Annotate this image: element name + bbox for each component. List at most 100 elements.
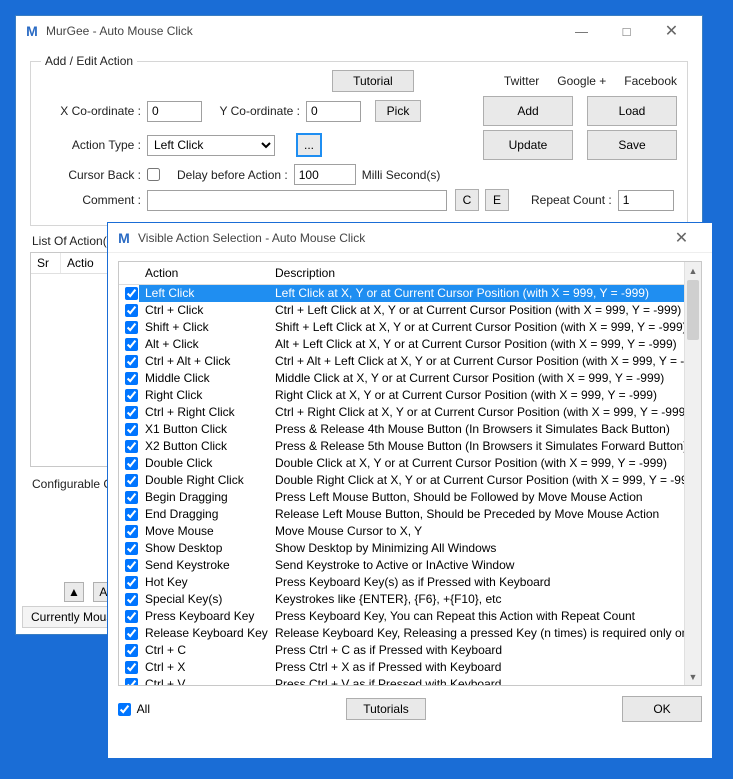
action-name: Begin Dragging [139, 489, 269, 506]
action-row-checkbox[interactable] [125, 678, 138, 686]
scroll-down-icon[interactable]: ▼ [685, 668, 701, 685]
action-row[interactable]: Release Keyboard KeyRelease Keyboard Key… [119, 625, 701, 642]
dialog-close-button[interactable]: ✕ [659, 224, 704, 252]
maximize-button[interactable]: □ [604, 17, 649, 45]
action-row-checkbox[interactable] [125, 525, 138, 538]
col-action-header[interactable]: Action [139, 262, 269, 285]
all-checkbox[interactable] [118, 703, 131, 716]
action-row[interactable]: Special Key(s)Keystrokes like {ENTER}, {… [119, 591, 701, 608]
twitter-link[interactable]: Twitter [504, 74, 539, 88]
close-button[interactable]: ✕ [649, 17, 694, 45]
delay-input[interactable] [294, 164, 356, 185]
col-description-header[interactable]: Description [269, 262, 701, 285]
action-row[interactable]: Double Right ClickDouble Right Click at … [119, 472, 701, 489]
save-button[interactable]: Save [587, 130, 677, 160]
action-row[interactable]: Press Keyboard KeyPress Keyboard Key, Yo… [119, 608, 701, 625]
x-coord-input[interactable] [147, 101, 202, 122]
all-checkbox-label[interactable]: All [118, 702, 150, 716]
action-row[interactable]: Ctrl + Alt + ClickCtrl + Alt + Left Clic… [119, 353, 701, 370]
action-row[interactable]: Ctrl + ClickCtrl + Left Click at X, Y or… [119, 302, 701, 319]
load-button[interactable]: Load [587, 96, 677, 126]
action-row-checkbox[interactable] [125, 338, 138, 351]
action-description: Ctrl + Right Click at X, Y or at Current… [269, 404, 701, 421]
action-row-checkbox[interactable] [125, 321, 138, 334]
action-table[interactable]: Action Description Left ClickLeft Click … [118, 261, 702, 686]
update-button[interactable]: Update [483, 130, 573, 160]
action-row-checkbox[interactable] [125, 610, 138, 623]
ok-button[interactable]: OK [622, 696, 702, 722]
action-row-checkbox[interactable] [125, 627, 138, 640]
scroll-thumb[interactable] [687, 280, 699, 340]
minimize-button[interactable]: — [559, 17, 604, 45]
move-up-button[interactable]: ▲ [64, 582, 84, 602]
main-titlebar[interactable]: M MurGee - Auto Mouse Click — □ ✕ [16, 16, 702, 46]
action-row-checkbox[interactable] [125, 304, 138, 317]
action-row[interactable]: Middle ClickMiddle Click at X, Y or at C… [119, 370, 701, 387]
action-row-checkbox[interactable] [125, 491, 138, 504]
action-row-checkbox[interactable] [125, 661, 138, 674]
action-row-checkbox[interactable] [125, 576, 138, 589]
action-row-checkbox[interactable] [125, 508, 138, 521]
scroll-up-icon[interactable]: ▲ [685, 262, 701, 279]
tutorial-button[interactable]: Tutorial [332, 70, 414, 92]
action-row[interactable]: Ctrl + CPress Ctrl + C as if Pressed wit… [119, 642, 701, 659]
action-row-checkbox[interactable] [125, 474, 138, 487]
action-name: Ctrl + Click [139, 302, 269, 319]
c-button[interactable]: C [455, 189, 479, 211]
action-row[interactable]: Left ClickLeft Click at X, Y or at Curre… [119, 285, 701, 302]
action-row-checkbox[interactable] [125, 644, 138, 657]
action-row[interactable]: Right ClickRight Click at X, Y or at Cur… [119, 387, 701, 404]
action-description: Middle Click at X, Y or at Current Curso… [269, 370, 701, 387]
action-row-checkbox[interactable] [125, 423, 138, 436]
action-row[interactable]: Ctrl + VPress Ctrl + V as if Pressed wit… [119, 676, 701, 687]
vertical-scrollbar[interactable]: ▲ ▼ [684, 262, 701, 685]
action-description: Keystrokes like {ENTER}, {F6}, +{F10}, e… [269, 591, 701, 608]
cursor-back-checkbox[interactable] [147, 168, 160, 181]
action-description: Press & Release 4th Mouse Button (In Bro… [269, 421, 701, 438]
e-button[interactable]: E [485, 189, 509, 211]
action-row-checkbox[interactable] [125, 559, 138, 572]
action-row-checkbox[interactable] [125, 372, 138, 385]
action-description: Press Keyboard Key, You can Repeat this … [269, 608, 701, 625]
action-row[interactable]: Show DesktopShow Desktop by Minimizing A… [119, 540, 701, 557]
facebook-link[interactable]: Facebook [624, 74, 677, 88]
action-name: Middle Click [139, 370, 269, 387]
action-name: Right Click [139, 387, 269, 404]
action-row-checkbox[interactable] [125, 389, 138, 402]
action-row[interactable]: Alt + ClickAlt + Left Click at X, Y or a… [119, 336, 701, 353]
action-row[interactable]: End DraggingRelease Left Mouse Button, S… [119, 506, 701, 523]
action-row[interactable]: Ctrl + Right ClickCtrl + Right Click at … [119, 404, 701, 421]
action-row-checkbox[interactable] [125, 542, 138, 555]
action-row[interactable]: Move MouseMove Mouse Cursor to X, Y [119, 523, 701, 540]
col-sr[interactable]: Sr [31, 253, 61, 273]
action-row-checkbox[interactable] [125, 355, 138, 368]
action-row-checkbox[interactable] [125, 440, 138, 453]
browse-action-button[interactable]: ... [297, 134, 321, 156]
google-plus-link[interactable]: Google + [557, 74, 606, 88]
action-row[interactable]: X1 Button ClickPress & Release 4th Mouse… [119, 421, 701, 438]
action-row-checkbox[interactable] [125, 406, 138, 419]
y-coord-input[interactable] [306, 101, 361, 122]
action-row[interactable]: Send KeystrokeSend Keystroke to Active o… [119, 557, 701, 574]
action-name: X1 Button Click [139, 421, 269, 438]
action-name: Alt + Click [139, 336, 269, 353]
action-description: Release Keyboard Key, Releasing a presse… [269, 625, 701, 642]
pick-button[interactable]: Pick [375, 100, 421, 122]
comment-input[interactable] [147, 190, 447, 211]
action-row-checkbox[interactable] [125, 457, 138, 470]
action-row[interactable]: Double ClickDouble Click at X, Y or at C… [119, 455, 701, 472]
repeat-count-input[interactable] [618, 190, 674, 211]
action-name: Show Desktop [139, 540, 269, 557]
add-button[interactable]: Add [483, 96, 573, 126]
action-row[interactable]: Begin DraggingPress Left Mouse Button, S… [119, 489, 701, 506]
action-row[interactable]: X2 Button ClickPress & Release 5th Mouse… [119, 438, 701, 455]
action-type-select[interactable]: Left Click [147, 135, 275, 156]
dialog-titlebar[interactable]: M Visible Action Selection - Auto Mouse … [108, 223, 712, 253]
tutorials-button[interactable]: Tutorials [346, 698, 426, 720]
action-row[interactable]: Ctrl + XPress Ctrl + X as if Pressed wit… [119, 659, 701, 676]
action-row[interactable]: Shift + ClickShift + Left Click at X, Y … [119, 319, 701, 336]
action-row-checkbox[interactable] [125, 593, 138, 606]
action-description: Left Click at X, Y or at Current Cursor … [269, 285, 701, 302]
action-row[interactable]: Hot KeyPress Keyboard Key(s) as if Press… [119, 574, 701, 591]
action-row-checkbox[interactable] [125, 287, 138, 300]
